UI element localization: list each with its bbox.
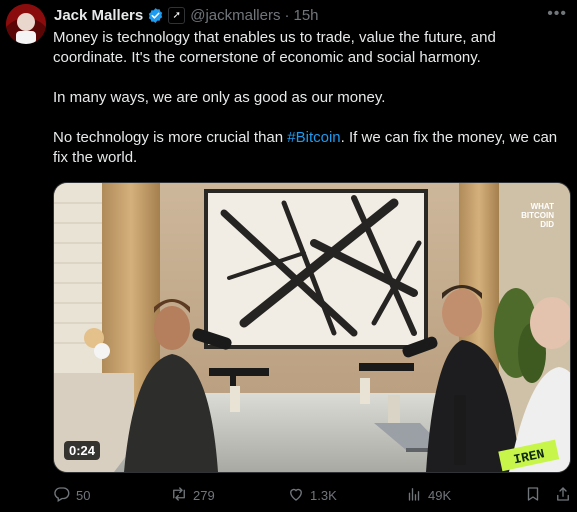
bookmark-icon <box>524 485 542 506</box>
video-player[interactable]: WHAT BITCOIN DID IREN 0:24 <box>53 182 571 473</box>
views-button[interactable]: 49K <box>405 485 451 506</box>
like-icon <box>287 485 305 506</box>
share-icon <box>554 485 572 506</box>
tweet-paragraph-2: In many ways, we are only as good as our… <box>53 89 386 106</box>
author-name[interactable]: Jack Mallers <box>54 7 143 24</box>
affiliate-icon[interactable]: ➚ <box>168 6 186 24</box>
views-count: 49K <box>428 488 452 503</box>
tweet-paragraph-3: No technology is more crucial than #Bitc… <box>53 128 558 168</box>
more-icon[interactable]: ••• <box>547 5 567 23</box>
verified-badge-icon <box>147 7 164 24</box>
reply-count: 50 <box>76 488 91 503</box>
like-button[interactable]: 1.3K <box>287 485 337 506</box>
action-bar: 50 279 1.3K 49K <box>53 485 573 505</box>
tweet-header: Jack Mallers ➚ @jackmallers · 15h ••• <box>54 5 567 25</box>
separator-dot: · <box>284 6 290 24</box>
reply-button[interactable]: 50 <box>53 485 90 506</box>
video-thumbnail: WHAT BITCOIN DID IREN <box>54 183 570 472</box>
tweet-paragraph-1: Money is technology that enables us to t… <box>53 29 496 66</box>
tweet-text: Money is technology that enables us to t… <box>53 28 558 188</box>
timestamp[interactable]: 15h <box>293 7 318 24</box>
watermark-line-1: WHAT <box>531 202 555 211</box>
watermark-line-2: BITCOIN <box>521 211 554 220</box>
repost-count: 279 <box>193 488 215 503</box>
bookmark-button[interactable] <box>524 485 542 506</box>
share-button[interactable] <box>554 485 572 506</box>
watermark-line-3: DID <box>540 220 554 229</box>
like-count: 1.3K <box>310 488 337 503</box>
bitcoin-hashtag-link[interactable]: #Bitcoin <box>287 129 340 146</box>
views-icon <box>405 485 423 506</box>
author-avatar[interactable] <box>6 4 46 44</box>
repost-button[interactable]: 279 <box>170 485 215 506</box>
reply-icon <box>53 485 71 506</box>
paragraph-3-text-start: No technology is more crucial than <box>53 129 288 146</box>
repost-icon <box>170 485 188 506</box>
author-handle[interactable]: @jackmallers <box>190 7 280 24</box>
video-duration: 0:24 <box>64 441 101 460</box>
